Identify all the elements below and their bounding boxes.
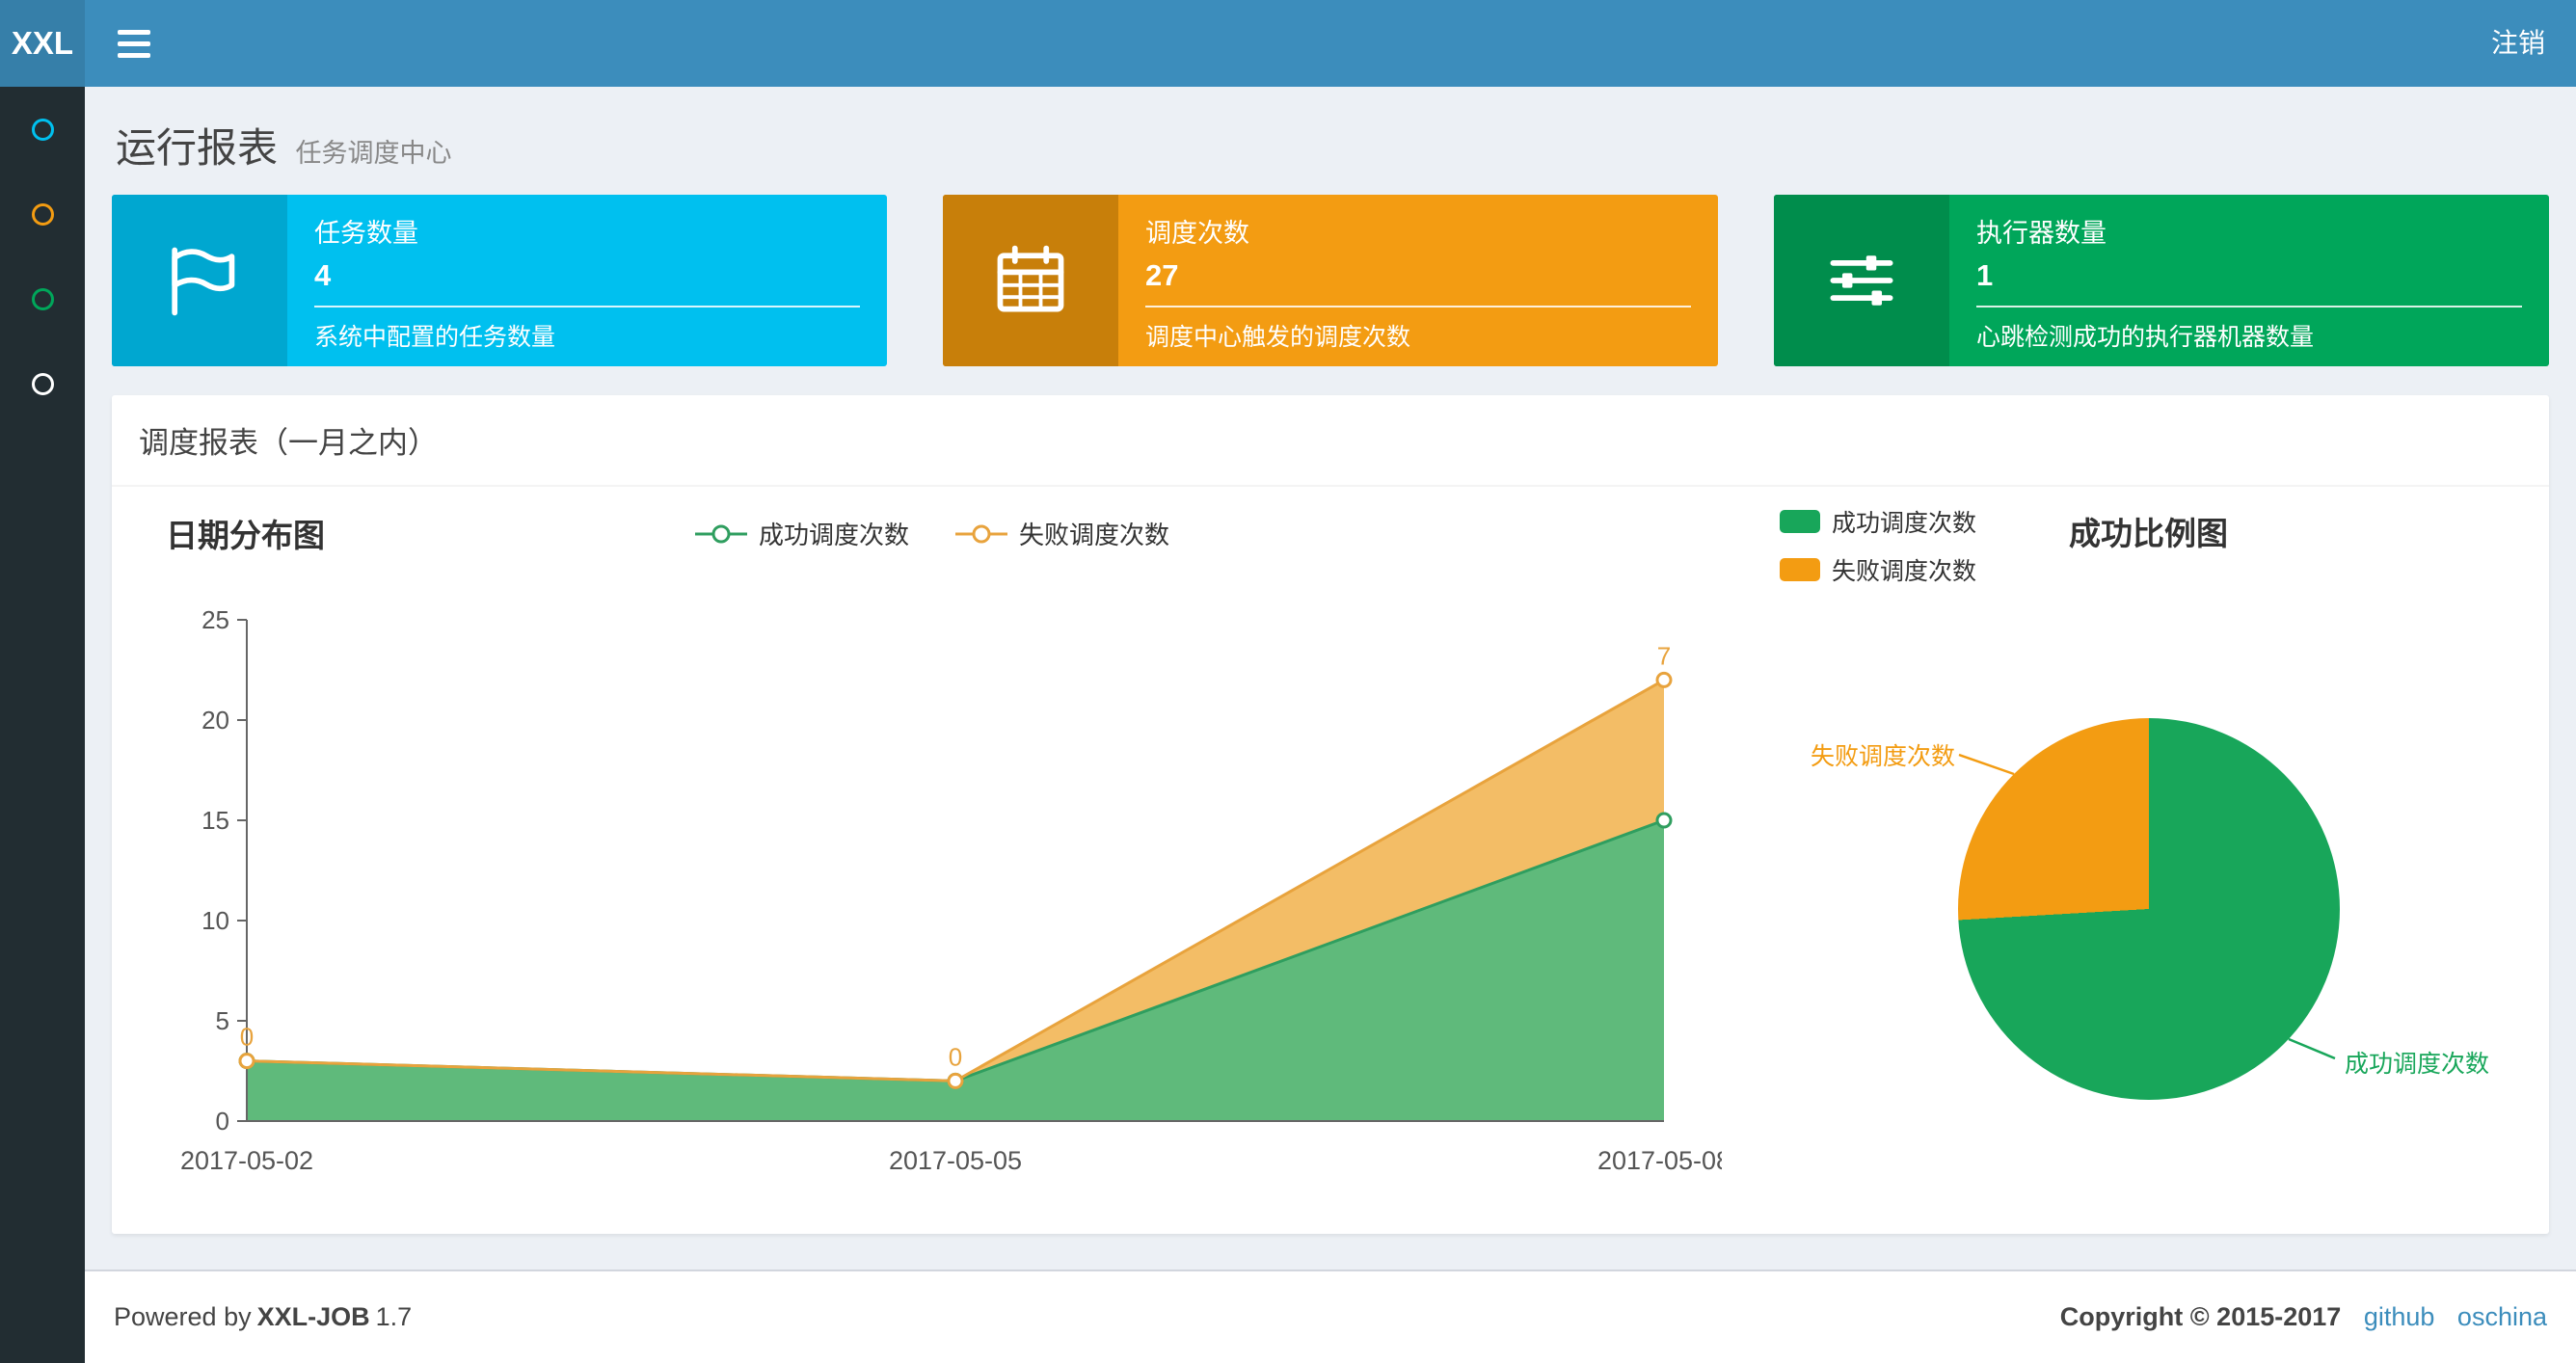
legend-label: 成功调度次数 — [758, 521, 909, 549]
info-box-body: 任务数量 4 系统中配置的任务数量 — [287, 195, 887, 366]
pie-plot[interactable] — [1958, 718, 2340, 1100]
pie-chart-legend: 成功调度次数 失败调度次数 — [1780, 504, 1976, 601]
panel-title: 调度报表（一月之内） — [112, 395, 2549, 487]
report-panel: 调度报表（一月之内） 日期分布图 成功调度次数 失败调度次数 0 5 10 15 20 25… — [112, 395, 2549, 1234]
svg-text:25: 25 — [201, 605, 229, 634]
line-chart-legend: 成功调度次数 失败调度次数 — [141, 516, 1722, 551]
circle-icon — [31, 118, 54, 141]
logout-button[interactable]: 注销 — [2460, 0, 2576, 87]
info-box: 任务数量 4 系统中配置的任务数量 — [112, 195, 887, 366]
legend-swatch-icon — [1780, 558, 1820, 581]
panel-body: 日期分布图 成功调度次数 失败调度次数 0 5 10 15 20 25 2017-05-02 2… — [112, 487, 2549, 1234]
sidebar-item-1[interactable] — [0, 87, 85, 172]
legend-item[interactable]: 失败调度次数 — [953, 516, 1169, 551]
info-box-body: 调度次数 27 调度中心触发的调度次数 — [1118, 195, 1718, 366]
top-navbar: XXL 注销 — [0, 0, 2576, 87]
pie-label-fail: 失败调度次数 — [1810, 743, 1955, 770]
svg-text:0: 0 — [949, 1042, 962, 1071]
svg-text:10: 10 — [201, 906, 229, 935]
info-box-value: 1 — [1976, 258, 1994, 292]
info-box-title: 执行器数量 — [1976, 219, 2106, 248]
page-subtitle: 任务调度中心 — [295, 139, 452, 168]
svg-text:2017-05-05: 2017-05-05 — [889, 1146, 1022, 1175]
svg-text:7: 7 — [1657, 641, 1671, 670]
info-box: 执行器数量 1 心跳检测成功的执行器机器数量 — [1774, 195, 2549, 366]
brand-name: XXL-JOB — [256, 1302, 370, 1331]
info-box-row: 任务数量 4 系统中配置的任务数量 调度次数 27 调度中心触发的调度次数 执行… — [112, 195, 2549, 366]
info-box-title: 调度次数 — [1145, 219, 1249, 248]
sliders-icon — [1774, 195, 1949, 366]
legend-item-fail[interactable]: 失败调度次数 — [1780, 552, 1976, 587]
sidebar-item-3[interactable] — [0, 256, 85, 341]
svg-text:0: 0 — [240, 1023, 254, 1052]
oschina-link[interactable]: oschina — [2457, 1302, 2547, 1331]
info-box: 调度次数 27 调度中心触发的调度次数 — [943, 195, 1718, 366]
github-link[interactable]: github — [2364, 1302, 2435, 1331]
divider — [1976, 306, 2522, 307]
circle-icon — [31, 287, 54, 310]
calendar-icon — [943, 195, 1118, 366]
info-box-desc: 心跳检测成功的执行器机器数量 — [1976, 324, 2315, 351]
info-box-desc: 调度中心触发的调度次数 — [1145, 324, 1411, 351]
powered-prefix: Powered by — [114, 1302, 252, 1331]
pie-chart-title: 成功比例图 — [2069, 516, 2228, 551]
info-box-title: 任务数量 — [314, 219, 418, 248]
divider — [1145, 306, 1691, 307]
legend-label: 失败调度次数 — [1832, 558, 1977, 585]
legend-label: 失败调度次数 — [1019, 521, 1170, 549]
svg-text:2017-05-08: 2017-05-08 — [1597, 1146, 1722, 1175]
page-header: 运行报表 任务调度中心 — [116, 116, 2549, 171]
legend-swatch-icon — [1780, 510, 1820, 533]
hamburger-icon — [118, 29, 150, 58]
version: 1.7 — [375, 1302, 413, 1331]
legend-label: 成功调度次数 — [1832, 510, 1977, 537]
svg-text:15: 15 — [201, 806, 229, 835]
flag-icon — [112, 195, 287, 366]
page-title: 运行报表 — [116, 125, 279, 171]
pie-label-success: 成功调度次数 — [2345, 1051, 2490, 1078]
app-logo[interactable]: XXL — [0, 0, 85, 87]
legend-line-icon — [955, 524, 1007, 543]
svg-text:0: 0 — [216, 1107, 229, 1136]
success-ratio-chart: 成功调度次数 失败调度次数 成功比例图 失败调度次数 成功调度次数 — [1780, 502, 2561, 1220]
svg-text:20: 20 — [201, 706, 229, 735]
sidebar-item-2[interactable] — [0, 172, 85, 256]
divider — [314, 306, 860, 307]
circle-icon — [31, 202, 54, 226]
content-area: 运行报表 任务调度中心 任务数量 4 系统中配置的任务数量 调度次数 27 调度… — [85, 87, 2576, 1269]
info-box-desc: 系统中配置的任务数量 — [314, 324, 556, 351]
sidebar-item-4[interactable] — [0, 341, 85, 426]
powered-by: Powered by XXL-JOB 1.7 — [114, 1302, 412, 1332]
legend-item-success[interactable]: 成功调度次数 — [1780, 504, 1976, 539]
footer-links: Copyright © 2015-2017 github oschina — [2060, 1302, 2547, 1332]
svg-text:5: 5 — [216, 1006, 229, 1035]
info-box-value: 4 — [314, 258, 332, 292]
circle-icon — [31, 372, 54, 395]
legend-line-icon — [694, 524, 747, 543]
line-chart-plot: 0 5 10 15 20 25 2017-05-02 2017-05-05 2017-05-08… — [141, 585, 1731, 1221]
info-box-body: 执行器数量 1 心跳检测成功的执行器机器数量 — [1949, 195, 2549, 366]
menu-toggle-button[interactable] — [100, 0, 168, 87]
sidebar — [0, 87, 85, 1363]
legend-item[interactable]: 成功调度次数 — [693, 516, 909, 551]
svg-text:2017-05-02: 2017-05-02 — [180, 1146, 313, 1175]
info-box-value: 27 — [1145, 258, 1179, 292]
footer: Powered by XXL-JOB 1.7 Copyright © 2015-20… — [85, 1269, 2576, 1363]
date-distribution-chart: 日期分布图 成功调度次数 失败调度次数 0 5 10 15 20 25 2017-05-02 2… — [141, 502, 1731, 1221]
copyright: Copyright © 2015-2017 — [2059, 1302, 2342, 1331]
